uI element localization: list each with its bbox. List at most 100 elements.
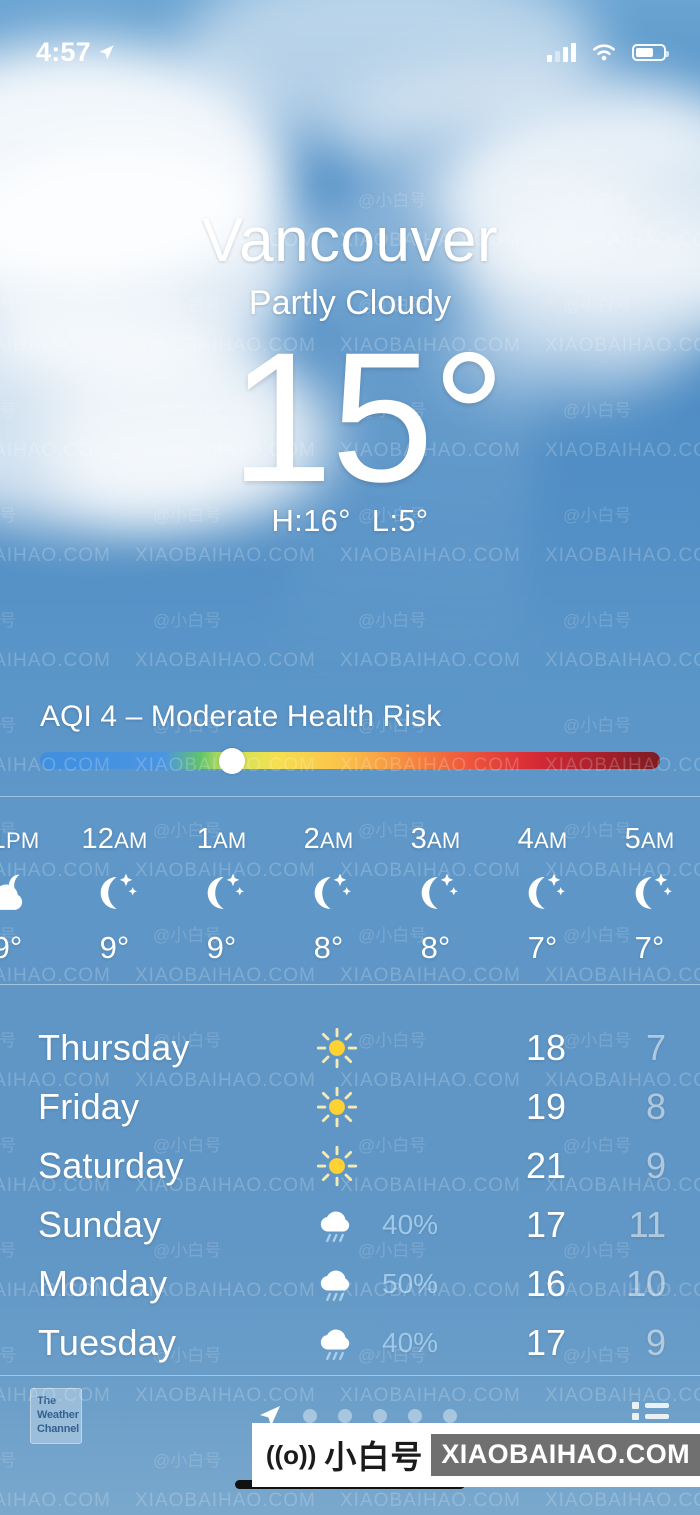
day-low-temperature: 9 [645, 1144, 666, 1186]
precipitation-probability: 40% [382, 1208, 439, 1240]
hourly-temperature: 9° [206, 930, 237, 965]
page-dot[interactable] [442, 1409, 457, 1423]
sun-icon [316, 1145, 358, 1186]
day-low-temperature: 8 [645, 1085, 666, 1127]
cloud-moon-icon [0, 874, 22, 910]
daily-forecast-row[interactable]: Saturday 21 9 [0, 1136, 700, 1195]
rain-cloud-icon [320, 1270, 350, 1301]
sun-icon [316, 1086, 358, 1127]
page-dot[interactable] [302, 1409, 317, 1423]
day-low-temperature: 7 [645, 1026, 666, 1068]
day-name: Thursday [38, 1026, 190, 1068]
hourly-icon-wrap [168, 856, 275, 930]
hourly-temperature: 9° [99, 930, 130, 965]
air-quality-section[interactable]: AQI 4 – Moderate Health Risk [0, 700, 700, 774]
daily-forecast-row[interactable]: Friday 19 8 [0, 1077, 700, 1136]
hourly-time: 5AM [624, 823, 675, 855]
current-temperature: 15° [230, 315, 506, 521]
daily-forecast-row[interactable]: Tuesday 40% 17 9 [0, 1313, 700, 1372]
hourly-temperature: 7° [634, 930, 665, 965]
day-low-temperature: 10 [625, 1262, 666, 1304]
hourly-time: 2AM [303, 823, 354, 855]
day-name: Saturday [38, 1144, 184, 1186]
hourly-bottom-divider [0, 984, 700, 985]
hourly-time: 4AM [517, 823, 568, 855]
day-high-temperature: 21 [525, 1144, 566, 1186]
hourly-column[interactable]: 12AM 9° [61, 823, 168, 966]
hourly-icon-wrap [0, 856, 61, 930]
page-dot[interactable] [372, 1409, 387, 1423]
daily-forecast-row[interactable]: Sunday 40% 17 11 [0, 1195, 700, 1254]
high-low-temperature: H:16° L:5° [0, 503, 700, 539]
weather-channel-logo[interactable]: The Weather Channel [30, 1388, 82, 1444]
logo-line-1: The [37, 1395, 56, 1408]
precipitation-probability: 50% [382, 1267, 439, 1299]
watermark-badge-url: XIAOBAIHAO.COM [431, 1434, 700, 1476]
current-conditions: Vancouver Partly Cloudy 15° H:16° L:5° [0, 0, 700, 539]
hourly-forecast-section[interactable]: 11PM 9° 12AM 9° 1AM 9° 2AM 8° 3AM 8° 4AM 7° 5AM 7° [0, 796, 700, 985]
logo-line-3: Channel [37, 1422, 79, 1435]
hourly-column[interactable]: 1AM 9° [168, 823, 275, 966]
day-name: Tuesday [38, 1321, 177, 1363]
day-icon-wrap [300, 1261, 374, 1307]
rain-cloud-icon [320, 1329, 350, 1360]
hourly-icon-wrap [489, 856, 596, 930]
list-icon-row [632, 1412, 670, 1420]
sun-icon [316, 1027, 358, 1068]
daily-forecast-list[interactable]: Thursday 18 7 Friday 19 8 Saturday 21 9 Sunday 40%… [0, 1018, 700, 1372]
hourly-temperature: 8° [420, 930, 451, 965]
hourly-forecast-row[interactable]: 11PM 9° 12AM 9° 1AM 9° 2AM 8° 3AM 8° 4AM 7° 5AM 7° [0, 797, 700, 984]
hourly-time: 12AM [81, 823, 148, 855]
hourly-column[interactable]: 3AM 8° [382, 823, 489, 966]
page-dot[interactable] [407, 1409, 422, 1423]
hourly-temperature: 7° [527, 930, 558, 965]
moon-stars-icon [100, 873, 137, 910]
precipitation-probability: 40% [382, 1326, 439, 1358]
low-temperature: L:5° [371, 502, 429, 538]
rain-cloud-icon [320, 1211, 350, 1242]
hourly-time: 11PM [0, 823, 40, 855]
hourly-icon-wrap [275, 856, 382, 930]
day-high-temperature: 16 [525, 1262, 566, 1304]
watermark-badge-cn: 小白号 [324, 1438, 424, 1476]
high-temperature: H:16° [271, 502, 351, 538]
day-low-temperature: 9 [645, 1321, 666, 1363]
moon-stars-icon [207, 873, 244, 910]
day-icon-wrap [300, 1025, 374, 1071]
hourly-icon-wrap [382, 856, 489, 930]
day-name: Sunday [38, 1203, 162, 1245]
aqi-label: AQI 4 – Moderate Health Risk [40, 700, 442, 733]
broadcast-icon: ((o)) [265, 1439, 317, 1470]
hourly-icon-wrap [596, 856, 700, 930]
page-dot[interactable] [337, 1409, 352, 1423]
day-icon-wrap [300, 1084, 374, 1130]
hourly-temperature: 9° [0, 930, 23, 965]
aqi-marker-dot [219, 747, 246, 774]
watermark-badge: ((o)) 小白号 XIAOBAIHAO.COM [251, 1423, 700, 1487]
day-high-temperature: 19 [525, 1085, 566, 1127]
moon-stars-icon [421, 873, 458, 910]
day-high-temperature: 18 [525, 1026, 566, 1068]
hourly-column[interactable]: 11PM 9° [0, 823, 61, 966]
day-low-temperature: 11 [628, 1203, 666, 1245]
day-high-temperature: 17 [525, 1203, 566, 1245]
moon-stars-icon [635, 873, 672, 910]
hourly-column[interactable]: 5AM 7° [596, 823, 700, 966]
hourly-column[interactable]: 4AM 7° [489, 823, 596, 966]
day-name: Friday [38, 1085, 140, 1127]
hourly-temperature: 8° [313, 930, 344, 965]
day-icon-wrap [300, 1202, 374, 1248]
list-icon-row [632, 1402, 670, 1409]
weather-app-screen: 4:57 Vancouver Partly Cloudy 15° H:16° L… [0, 0, 700, 1515]
hourly-time: 3AM [410, 823, 461, 855]
day-high-temperature: 17 [525, 1321, 566, 1363]
hourly-icon-wrap [61, 856, 168, 930]
city-name: Vancouver [201, 206, 499, 275]
moon-stars-icon [528, 873, 565, 910]
hourly-column[interactable]: 2AM 8° [275, 823, 382, 966]
day-icon-wrap [300, 1320, 374, 1366]
day-name: Monday [38, 1262, 168, 1304]
daily-forecast-row[interactable]: Monday 50% 16 10 [0, 1254, 700, 1313]
moon-stars-icon [314, 873, 351, 910]
daily-forecast-row[interactable]: Thursday 18 7 [0, 1018, 700, 1077]
